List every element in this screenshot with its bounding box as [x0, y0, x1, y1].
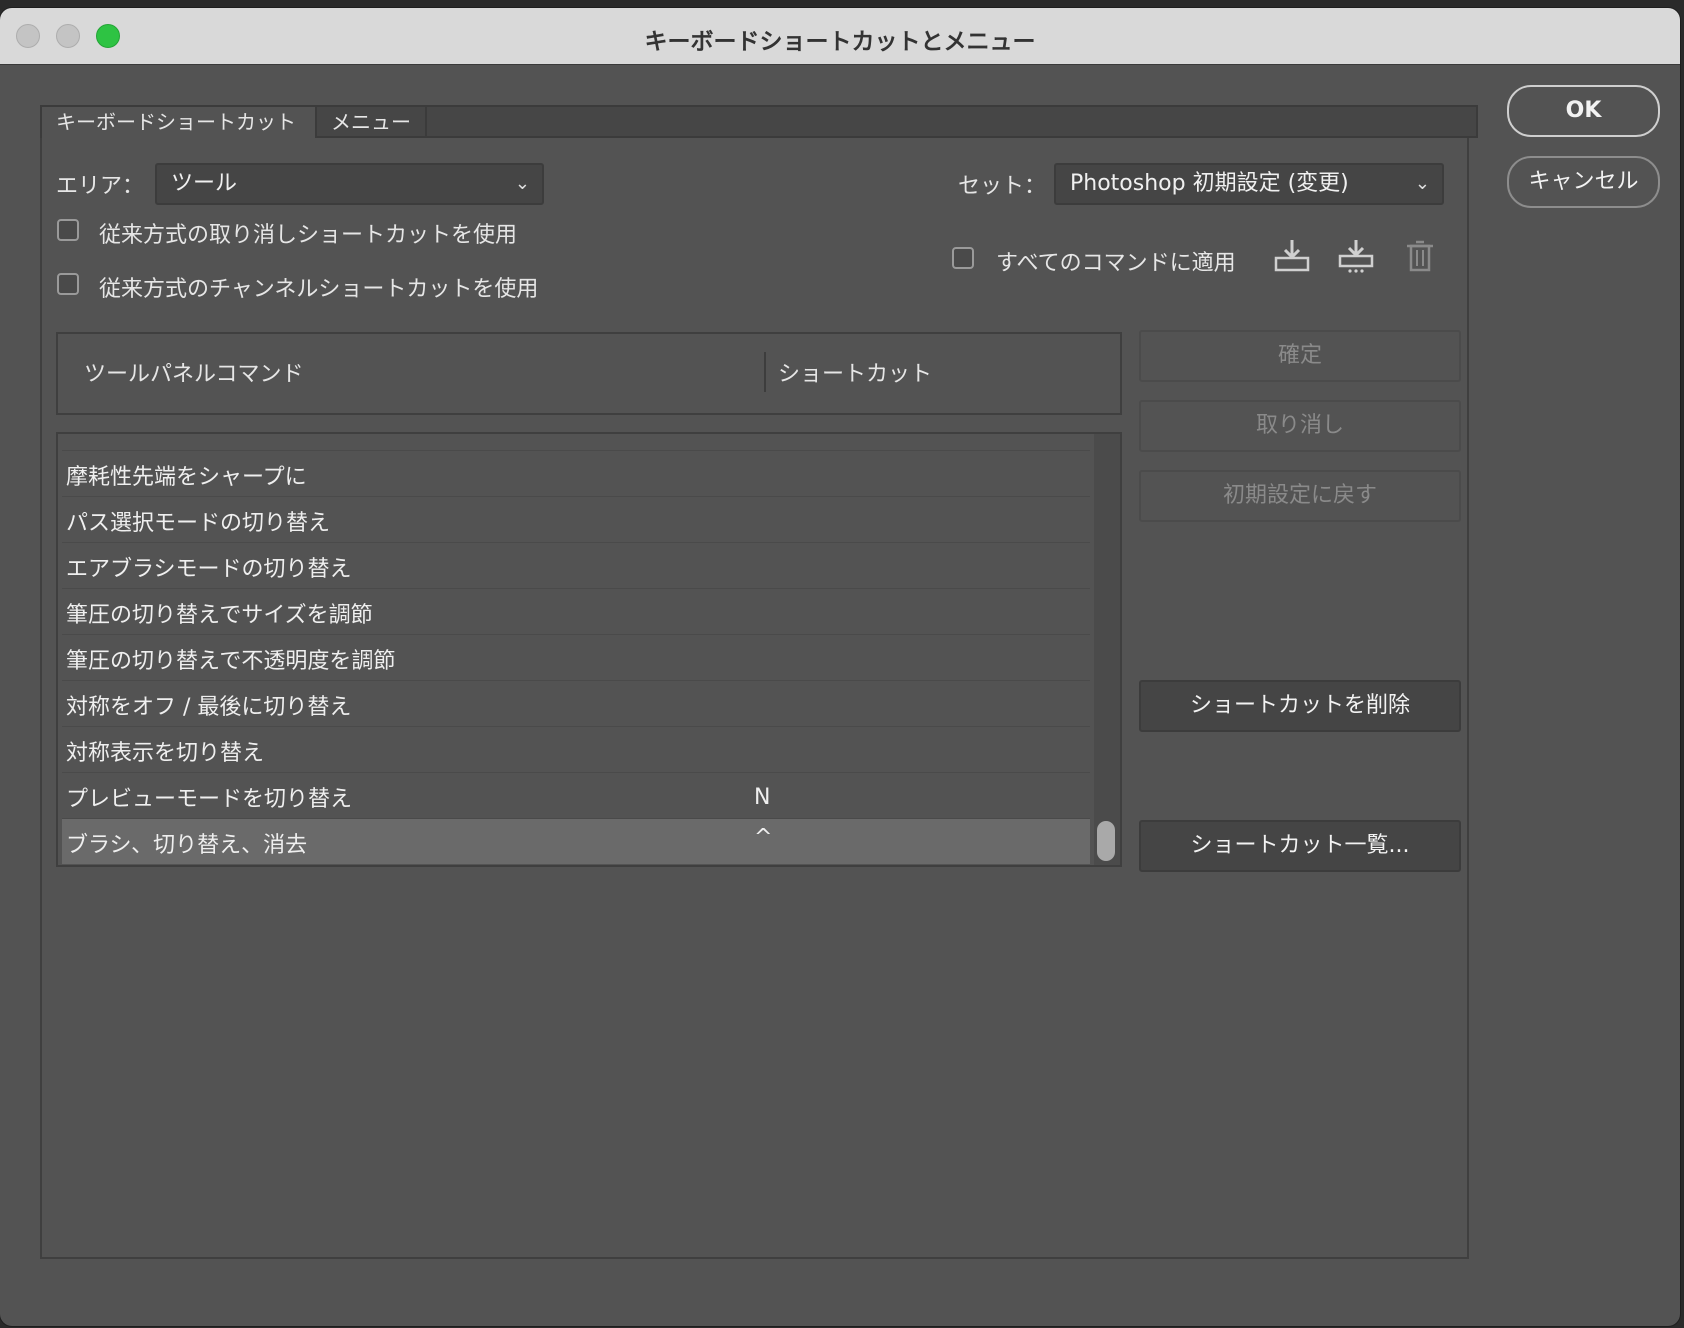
legacy-undo-label: 従来方式の取り消しショートカットを使用: [99, 223, 518, 248]
table-row[interactable]: 筆圧の切り替えでサイズを調節: [62, 588, 1090, 634]
table-header: ツールパネルコマンド ショートカット: [56, 332, 1122, 415]
legacy-channel-label: 従来方式のチャンネルショートカットを使用: [99, 277, 539, 302]
area-select-value: ツール: [171, 171, 238, 196]
table-row[interactable]: 対称をオフ / 最後に切り替え: [62, 680, 1090, 726]
row-command: エアブラシモードの切り替え: [66, 557, 352, 582]
row-command: 対称をオフ / 最後に切り替え: [66, 695, 352, 720]
confirm-button[interactable]: 確定: [1139, 330, 1461, 382]
table-row[interactable]: エアブラシモードの切り替え: [62, 542, 1090, 588]
dialog-window: キーボードショートカットとメニュー OK キャンセル キーボードショートカット …: [0, 8, 1680, 1326]
tab-menus[interactable]: メニュー: [315, 107, 427, 138]
tab-keyboard-shortcuts[interactable]: キーボードショートカット: [42, 107, 315, 138]
chevron-down-icon: ⌄: [1414, 173, 1430, 194]
column-header-command[interactable]: ツールパネルコマンド: [84, 356, 304, 388]
row-command: 筆圧の切り替えでサイズを調節: [66, 603, 373, 628]
table-row[interactable]: プレビューモードを切り替え N: [62, 772, 1090, 818]
row-command: 摩耗性先端をシャープに: [66, 465, 307, 490]
legacy-channel-checkbox[interactable]: [57, 273, 79, 295]
area-label: エリア：: [56, 174, 145, 199]
area-select[interactable]: ツール ⌄: [155, 163, 544, 205]
apply-all-label: すべてのコマンドに適用: [996, 251, 1236, 276]
set-label: セット：: [958, 174, 1047, 199]
row-command: プレビューモードを切り替え: [66, 787, 353, 812]
command-list: 摩耗性先端をシャープに パス選択モードの切り替え エアブラシモードの切り替え 筆…: [56, 432, 1122, 867]
set-select-value: Photoshop 初期設定 (変更): [1070, 171, 1349, 196]
trash-icon[interactable]: [1400, 238, 1440, 274]
undo-button[interactable]: 取り消し: [1139, 400, 1461, 452]
apply-all-checkbox[interactable]: [952, 247, 974, 269]
row-command: ブラシ、切り替え、消去: [66, 833, 308, 858]
cancel-button[interactable]: キャンセル: [1507, 156, 1660, 208]
row-shortcut[interactable]: N: [754, 785, 770, 810]
chevron-down-icon: ⌄: [514, 173, 530, 194]
row-command: パス選択モードの切り替え: [66, 511, 331, 536]
table-row[interactable]: 摩耗性先端をシャープに: [62, 450, 1090, 496]
ok-button[interactable]: OK: [1507, 85, 1660, 137]
summarize-button[interactable]: ショートカット一覧...: [1139, 820, 1461, 872]
row-shortcut[interactable]: ^: [754, 825, 772, 850]
save-set-as-icon[interactable]: [1336, 238, 1376, 274]
table-row[interactable]: パス選択モードの切り替え: [62, 496, 1090, 542]
row-command: 筆圧の切り替えで不透明度を調節: [66, 649, 396, 674]
column-divider[interactable]: [764, 352, 766, 392]
reset-default-button[interactable]: 初期設定に戻す: [1139, 470, 1461, 522]
scrollbar-track[interactable]: [1094, 434, 1120, 865]
title-bar[interactable]: キーボードショートカットとメニュー: [0, 8, 1680, 65]
set-select[interactable]: Photoshop 初期設定 (変更) ⌄: [1054, 163, 1444, 205]
row-command: 対称表示を切り替え: [66, 741, 265, 766]
table-row[interactable]: 対称表示を切り替え: [62, 726, 1090, 772]
table-row-selected[interactable]: ブラシ、切り替え、消去 ^: [62, 818, 1090, 864]
tab-bar: キーボードショートカット メニュー: [40, 105, 1478, 138]
window-title: キーボードショートカットとメニュー: [644, 29, 1036, 55]
save-set-icon[interactable]: [1272, 238, 1312, 274]
delete-shortcut-button[interactable]: ショートカットを削除: [1139, 680, 1461, 732]
legacy-undo-checkbox[interactable]: [57, 219, 79, 241]
scrollbar-thumb[interactable]: [1097, 821, 1115, 861]
table-row[interactable]: 筆圧の切り替えで不透明度を調節: [62, 634, 1090, 680]
column-header-shortcut[interactable]: ショートカット: [778, 356, 932, 388]
